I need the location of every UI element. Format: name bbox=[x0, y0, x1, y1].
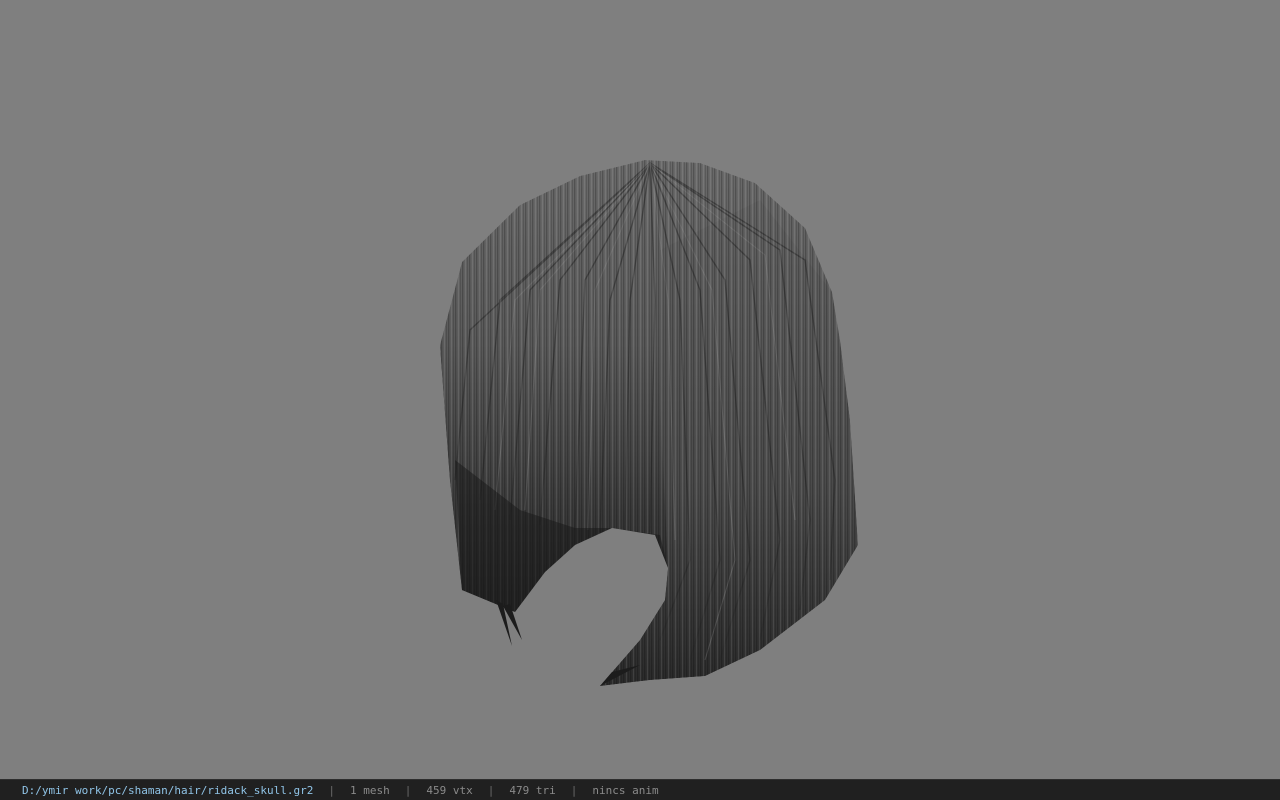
vertex-count-label: 459 vtx bbox=[426, 783, 473, 797]
hair-strand-tips bbox=[496, 600, 640, 686]
status-separator: | bbox=[404, 783, 412, 797]
status-bar: D:/ymir work/pc/shaman/hair/ridack_skull… bbox=[0, 779, 1280, 800]
status-separator: | bbox=[328, 783, 336, 797]
hair-model-render bbox=[440, 160, 858, 686]
status-separator: | bbox=[570, 783, 578, 797]
mesh-count-label: 1 mesh bbox=[350, 783, 390, 797]
status-separator: | bbox=[487, 783, 495, 797]
triangle-count-label: 479 tri bbox=[509, 783, 556, 797]
animation-status-label: nincs anim bbox=[592, 783, 659, 797]
file-path-label: D:/ymir work/pc/shaman/hair/ridack_skull… bbox=[22, 783, 314, 797]
3d-viewport[interactable] bbox=[0, 0, 1280, 779]
